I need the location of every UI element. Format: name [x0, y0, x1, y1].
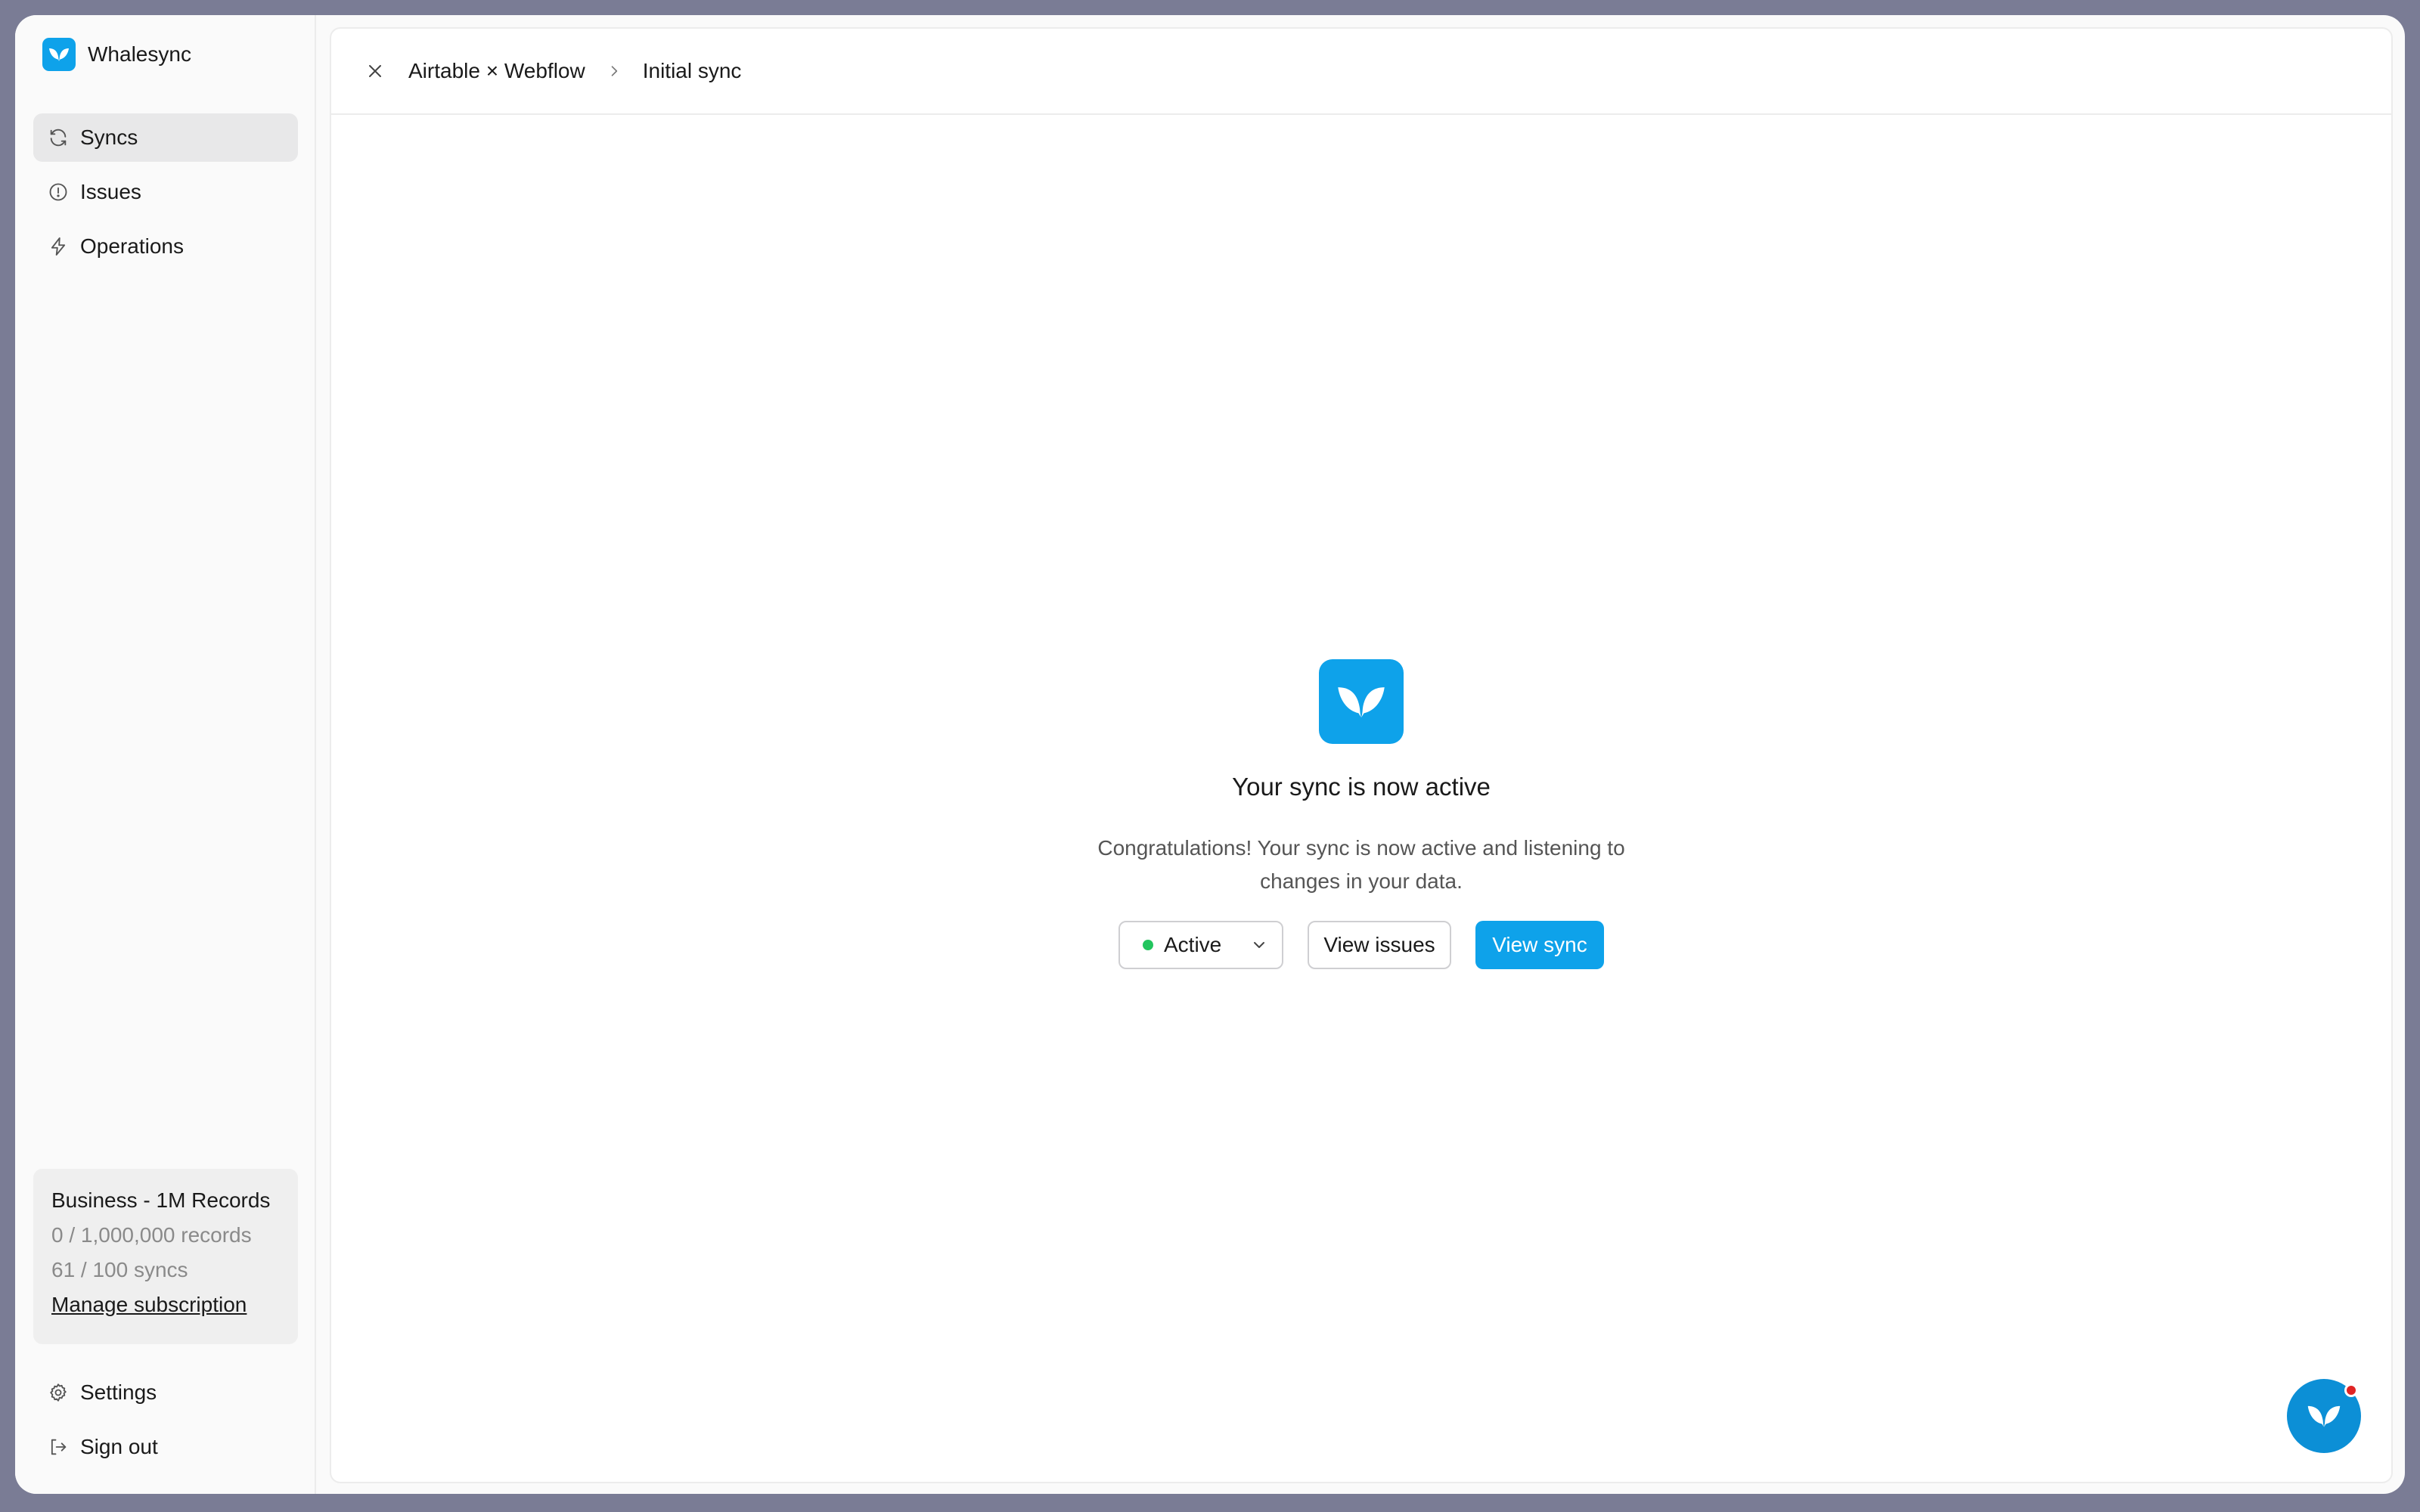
whalesync-logo-icon	[1319, 659, 1404, 744]
sidebar-item-label: Syncs	[80, 125, 138, 149]
page-title: Your sync is now active	[1232, 773, 1491, 801]
refresh-icon	[47, 126, 70, 149]
plan-title: Business - 1M Records	[51, 1188, 271, 1212]
chevron-right-icon	[605, 62, 623, 80]
breadcrumb-current: Initial sync	[642, 59, 742, 82]
status-select-value: Active	[1164, 933, 1222, 956]
sidebar-item-settings[interactable]: Settings	[33, 1368, 298, 1417]
sidebar-item-label: Operations	[80, 234, 184, 258]
sidebar-item-sign-out[interactable]: Sign out	[33, 1423, 298, 1471]
sidebar-item-label: Issues	[80, 180, 141, 203]
status-indicator-dot	[1143, 940, 1153, 950]
sidebar-nav: Syncs Issues Operations	[33, 113, 298, 277]
chat-launcher-button[interactable]	[2287, 1379, 2361, 1453]
sidebar-item-label: Settings	[80, 1380, 157, 1404]
view-issues-button[interactable]: View issues	[1308, 921, 1451, 969]
brand[interactable]: Whalesync	[42, 38, 191, 71]
sign-out-icon	[47, 1436, 70, 1458]
status-select[interactable]: Active	[1118, 921, 1283, 969]
success-description: Congratulations! Your sync is now active…	[1097, 836, 1625, 893]
gear-icon	[47, 1381, 70, 1404]
whalesync-logo-icon	[42, 38, 76, 71]
notification-dot	[2344, 1383, 2358, 1397]
app-name: Whalesync	[88, 42, 191, 66]
action-row: Active View issues View sync	[1118, 921, 1604, 969]
plan-syncs-usage: 61 / 100 syncs	[51, 1258, 188, 1281]
sidebar-item-issues[interactable]: Issues	[33, 168, 298, 216]
view-sync-button[interactable]: View sync	[1475, 921, 1604, 969]
main-panel: Airtable × Webflow Initial sync Your syn…	[330, 27, 2393, 1483]
header-bar: Airtable × Webflow Initial sync	[331, 29, 2391, 115]
breadcrumb-sync-name[interactable]: Airtable × Webflow	[408, 59, 585, 83]
plan-card: Business - 1M Records 0 / 1,000,000 reco…	[33, 1169, 298, 1344]
sidebar-footer: Settings Sign out	[33, 1368, 298, 1477]
plan-records-usage: 0 / 1,000,000 records	[51, 1223, 252, 1247]
app-window: Whalesync Syncs Issues Operations Busine…	[15, 15, 2405, 1494]
success-panel: Your sync is now active Congratulations!…	[331, 659, 2391, 969]
sidebar: Whalesync Syncs Issues Operations Busine…	[15, 15, 316, 1494]
sidebar-item-syncs[interactable]: Syncs	[33, 113, 298, 162]
alert-circle-icon	[47, 181, 70, 203]
whalesync-tail-icon	[2307, 1405, 2341, 1427]
chevron-down-icon	[1250, 936, 1268, 954]
close-icon[interactable]	[361, 57, 389, 85]
sidebar-item-operations[interactable]: Operations	[33, 222, 298, 271]
lightning-icon	[47, 235, 70, 258]
sidebar-item-label: Sign out	[80, 1435, 158, 1458]
manage-subscription-link[interactable]: Manage subscription	[51, 1293, 247, 1316]
